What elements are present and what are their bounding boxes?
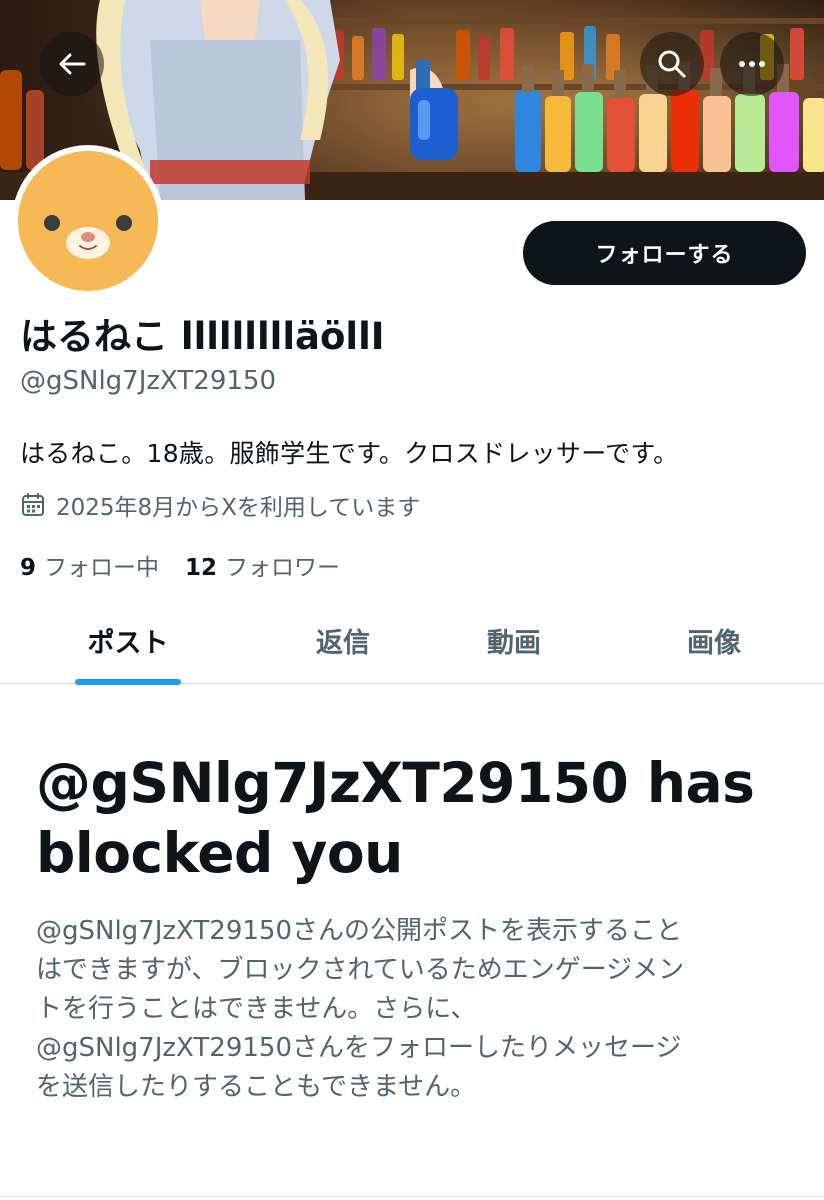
tab-images[interactable]: 画像	[626, 598, 802, 683]
tab-videos-label: 動画	[487, 628, 541, 659]
display-name: はるねこ llllllllläöllI	[20, 315, 385, 358]
user-handle: @gSNlg7JzXT29150	[20, 366, 276, 396]
blocked-description-line: はできますが、ブロックされているためエンゲージメン	[36, 955, 685, 985]
blocked-description-line: トを行うことはできません。さらに、	[36, 994, 477, 1024]
following-count: 9	[20, 555, 37, 581]
tab-replies[interactable]: 返信	[255, 598, 431, 683]
joined-text: 2025年8月からXを利用しています	[56, 495, 421, 521]
blocked-description-line: @gSNlg7JzXT29150さんをフォローしたりメッセージ	[36, 1033, 682, 1063]
more-horizontal-icon	[739, 61, 765, 67]
follow-counts: 9 フォロー中 12 フォロワー	[20, 548, 366, 582]
blocked-title: @gSNlg7JzXT29150 has blocked you	[36, 751, 755, 885]
calendar-icon	[22, 493, 44, 516]
blocked-description-line: @gSNlg7JzXT29150さんの公開ポストを表示すること	[36, 916, 682, 946]
active-tab-indicator	[75, 679, 181, 685]
tab-images-label: 画像	[687, 628, 741, 659]
following-label: フォロー中	[44, 555, 160, 581]
arrow-left-icon	[59, 53, 86, 75]
tab-posts[interactable]: ポスト	[40, 598, 216, 685]
joined-date: 2025年8月からXを利用しています	[20, 488, 420, 522]
tab-replies-label: 返信	[316, 628, 370, 659]
blocked-description-line: を送信したりすることもできません。	[36, 1072, 477, 1102]
search-button[interactable]	[640, 32, 704, 96]
more-options-button[interactable]	[720, 32, 784, 96]
tab-posts-label: ポスト	[87, 628, 169, 659]
profile-tabs: ポスト 返信 動画 画像	[0, 598, 824, 685]
avatar[interactable]	[12, 145, 164, 297]
blocked-description: @gSNlg7JzXT29150さんの公開ポストを表示すること はできますが、ブ…	[36, 912, 796, 1107]
followers-link[interactable]: 12 フォロワー	[185, 548, 340, 582]
avatar-image	[18, 151, 158, 291]
search-icon	[658, 50, 686, 78]
following-link[interactable]: 9 フォロー中	[20, 548, 159, 582]
cat-face-avatar-icon	[18, 151, 158, 291]
bio: はるねこ。18歳。服飾学生です。クロスドレッサーです。	[20, 439, 679, 468]
back-button[interactable]	[40, 32, 104, 96]
followers-count: 12	[185, 555, 218, 581]
follow-button[interactable]: フォローする	[523, 221, 806, 285]
followers-label: フォロワー	[225, 555, 341, 581]
divider	[0, 1196, 824, 1197]
tab-videos[interactable]: 動画	[426, 598, 602, 683]
